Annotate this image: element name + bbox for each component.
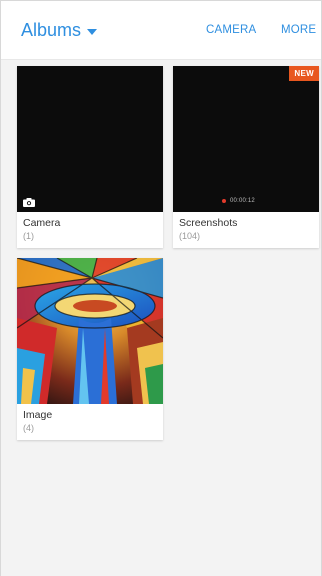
gallery-screen: Albums CAMERA MORE Camera (1) NEW 00:00:… (0, 0, 322, 576)
dropdown-arrow-icon (87, 28, 98, 35)
more-button[interactable]: MORE (281, 24, 316, 36)
album-card-screenshots[interactable]: NEW 00:00:12 Screenshots (104) (173, 66, 319, 248)
camera-button[interactable]: CAMERA (206, 24, 256, 36)
album-name: Screenshots (179, 217, 238, 229)
album-name: Camera (23, 217, 61, 229)
album-count: (4) (23, 423, 34, 433)
album-card-camera[interactable]: Camera (1) (17, 66, 163, 248)
video-duration-text: 00:00:12 (230, 198, 255, 204)
album-count: (1) (23, 231, 34, 241)
album-card-image[interactable]: Image (4) (17, 258, 163, 440)
new-badge: NEW (289, 66, 319, 81)
album-thumbnail (17, 258, 163, 404)
album-count: (104) (179, 231, 201, 241)
app-bar: Albums CAMERA MORE (1, 1, 321, 60)
album-thumbnail (17, 66, 163, 212)
stained-glass-photo (17, 258, 163, 404)
albums-dropdown[interactable]: Albums (21, 20, 98, 41)
record-dot-icon (222, 199, 226, 203)
album-name: Image (23, 409, 53, 421)
album-thumbnail: NEW 00:00:12 (173, 66, 319, 212)
camera-icon (23, 198, 35, 207)
albums-title-label: Albums (21, 20, 82, 40)
video-duration: 00:00:12 (222, 198, 255, 204)
